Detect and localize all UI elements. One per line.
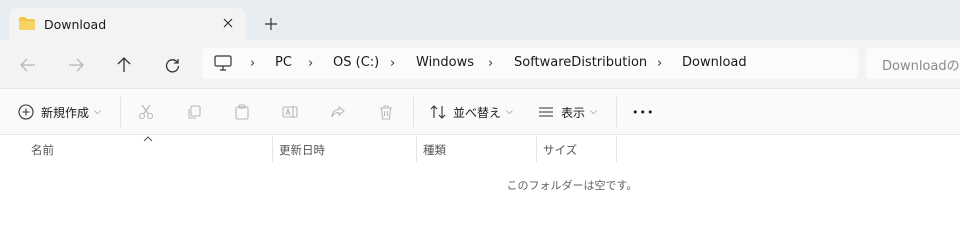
column-header-label: 種類 xyxy=(423,143,446,157)
search-placeholder: Downloadの検 xyxy=(882,59,960,74)
tab-title: Download xyxy=(44,17,107,32)
paste-icon[interactable] xyxy=(234,101,250,123)
breadcrumb-separator[interactable]: › xyxy=(250,56,255,71)
computer-icon[interactable] xyxy=(214,55,232,74)
view-button[interactable]: 表示 ⌵ xyxy=(538,101,597,123)
close-icon[interactable] xyxy=(217,12,239,34)
rename-icon[interactable] xyxy=(282,101,298,123)
breadcrumb-windows[interactable]: Windows xyxy=(416,55,474,70)
column-header-label: 更新日時 xyxy=(279,143,325,157)
tab-strip: Download xyxy=(0,0,960,40)
divider xyxy=(413,97,414,127)
divider xyxy=(120,97,121,127)
column-header-name[interactable]: 名前 xyxy=(0,136,272,162)
breadcrumb-softwaredistribution[interactable]: SoftwareDistribution xyxy=(514,55,647,70)
view-list-icon xyxy=(539,107,553,117)
new-label: 新規作成 xyxy=(41,105,90,120)
sort-label: 並べ替え xyxy=(453,105,502,120)
command-bar: 新規作成 ⌵ 並べ替え ⌵ 表示 ⌵ ••• xyxy=(0,89,960,135)
breadcrumb-download[interactable]: Download xyxy=(682,55,747,70)
breadcrumb-separator[interactable]: › xyxy=(488,56,493,71)
share-icon[interactable] xyxy=(330,101,346,123)
delete-icon[interactable] xyxy=(378,101,394,123)
search-input[interactable]: Downloadの検 xyxy=(866,48,960,79)
new-button[interactable]: 新規作成 ⌵ xyxy=(18,101,101,123)
breadcrumb-pc[interactable]: PC xyxy=(275,55,292,70)
breadcrumb-os-c[interactable]: OS (C:) xyxy=(333,55,379,70)
view-label: 表示 xyxy=(561,105,586,120)
breadcrumb-separator[interactable]: › xyxy=(308,56,313,71)
more-button[interactable]: ••• xyxy=(632,101,654,123)
column-header-label: 名前 xyxy=(31,143,54,157)
chevron-down-icon: ⌵ xyxy=(506,107,513,117)
back-arrow-icon[interactable] xyxy=(14,51,42,79)
cut-icon[interactable] xyxy=(138,101,154,123)
column-header-type[interactable]: 種類 xyxy=(417,136,536,162)
up-arrow-icon[interactable] xyxy=(110,51,138,79)
plus-circle-icon xyxy=(18,104,34,120)
more-icon: ••• xyxy=(632,105,655,119)
refresh-icon[interactable] xyxy=(158,51,186,79)
breadcrumb-separator[interactable]: › xyxy=(390,56,395,71)
empty-folder-message: このフォルダーは空です。 xyxy=(506,179,638,192)
chevron-down-icon: ⌵ xyxy=(94,107,101,117)
tab-download[interactable]: Download xyxy=(9,8,246,40)
copy-icon[interactable] xyxy=(186,101,202,123)
plus-icon[interactable] xyxy=(260,13,282,35)
breadcrumb-separator[interactable]: › xyxy=(657,56,662,71)
forward-arrow-icon[interactable] xyxy=(62,51,90,79)
column-separator[interactable] xyxy=(616,136,617,162)
chevron-down-icon: ⌵ xyxy=(590,107,597,117)
sort-icon xyxy=(430,105,446,119)
column-header-modified[interactable]: 更新日時 xyxy=(273,136,416,162)
address-bar[interactable]: › PC › OS (C:) › Windows › SoftwareDistr… xyxy=(202,48,858,79)
column-header-label: サイズ xyxy=(543,143,578,157)
folder-icon xyxy=(19,17,35,30)
divider xyxy=(616,97,617,127)
sort-button[interactable]: 並べ替え ⌵ xyxy=(430,101,513,123)
navigation-bar: › PC › OS (C:) › Windows › SoftwareDistr… xyxy=(0,40,960,89)
column-header-size[interactable]: サイズ xyxy=(537,136,616,162)
